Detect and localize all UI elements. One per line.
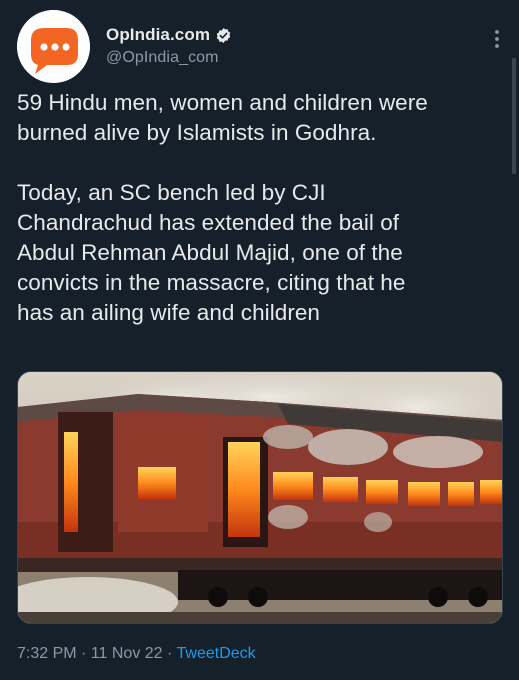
tweet-metadata: 7:32 PM · 11 Nov 22 · TweetDeck (17, 645, 256, 663)
scrollbar[interactable] (512, 58, 516, 174)
tweet-text: 59 Hindu men, women and children were bu… (17, 88, 509, 328)
tweet-text-line: Today, an SC bench led by CJI (17, 180, 326, 205)
tweet-text-line: has an ailing wife and children (17, 300, 320, 325)
tweet-text-line: Abdul Rehman Abdul Majid, one of the (17, 240, 403, 265)
tweet-text-line: 59 Hindu men, women and children were (17, 90, 428, 115)
tweet-text-line: burned alive by Islamists in Godhra. (17, 120, 377, 145)
verified-badge-icon (216, 27, 231, 43)
tweet-header: OpIndia.com @OpIndia_com (17, 10, 502, 84)
tweet-time[interactable]: 7:32 PM (17, 645, 77, 662)
tweet-date[interactable]: 11 Nov 22 (91, 645, 163, 662)
separator: · (76, 645, 91, 662)
speech-bubble-icon (17, 10, 90, 83)
more-options-icon[interactable] (478, 26, 502, 50)
burning-train-image (18, 372, 502, 623)
tweet-text-line: convicts in the massacre, citing that he (17, 270, 406, 295)
tweet-card: OpIndia.com @OpIndia_com 59 Hindu men, w… (0, 0, 519, 680)
display-name-row: OpIndia.com (106, 24, 406, 46)
tweet-source-link[interactable]: TweetDeck (177, 645, 256, 662)
tweet-text-line: Chandrachud has extended the bail of (17, 210, 400, 235)
separator: · (162, 645, 177, 662)
display-name[interactable]: OpIndia.com (106, 25, 210, 45)
tweet-media-image[interactable] (17, 371, 503, 624)
author-info: OpIndia.com @OpIndia_com (106, 24, 406, 67)
avatar[interactable] (17, 10, 90, 83)
author-handle[interactable]: @OpIndia_com (106, 49, 406, 67)
